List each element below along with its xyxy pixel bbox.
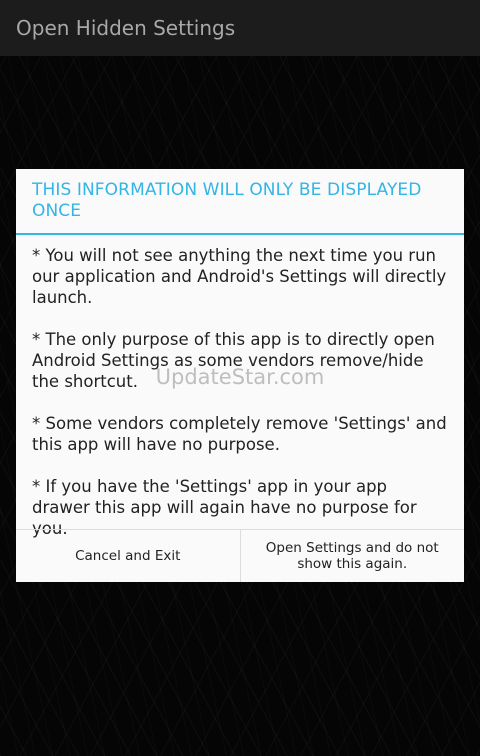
dialog-title-divider — [16, 233, 464, 235]
dialog-paragraph: * Some vendors completely remove 'Settin… — [32, 414, 447, 454]
app-screen: Open Hidden Settings THIS INFORMATION WI… — [0, 0, 480, 756]
action-bar: Open Hidden Settings — [0, 0, 480, 56]
dialog-paragraph: * The only purpose of this app is to dir… — [32, 330, 435, 391]
open-settings-button[interactable]: Open Settings and do not show this again… — [239, 530, 465, 582]
dialog-paragraph: * You will not see anything the next tim… — [32, 246, 447, 307]
dialog-message: * You will not see anything the next tim… — [16, 245, 464, 560]
cancel-and-exit-button[interactable]: Cancel and Exit — [16, 530, 240, 582]
dialog-button-bar: Cancel and Exit Open Settings and do not… — [16, 529, 464, 582]
dialog-title: THIS INFORMATION WILL ONLY BE DISPLAYED … — [32, 180, 422, 221]
app-title: Open Hidden Settings — [16, 16, 236, 40]
info-dialog: THIS INFORMATION WILL ONLY BE DISPLAYED … — [16, 169, 464, 582]
